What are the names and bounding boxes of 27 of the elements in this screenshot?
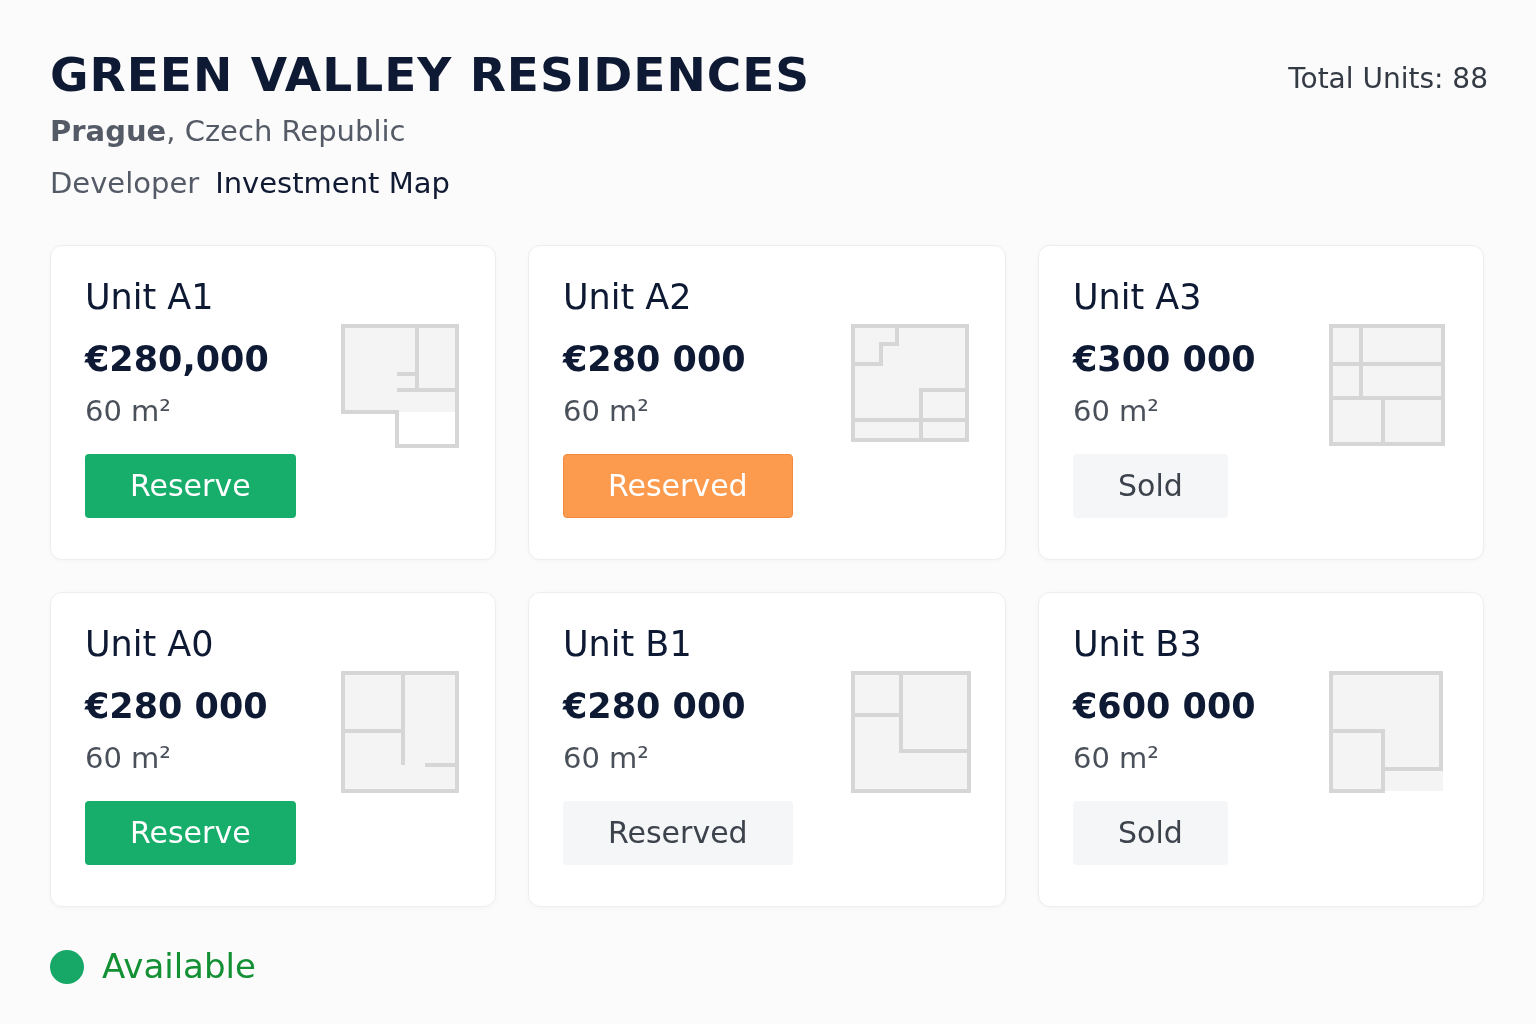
unit-price: €280 000: [563, 685, 747, 728]
investment-map-link[interactable]: Investment Map: [215, 161, 450, 206]
unit-area: 60 m²: [1073, 737, 1256, 781]
status-button[interactable]: Reserved: [563, 800, 793, 865]
unit-name: Unit B3: [1073, 623, 1203, 666]
legend-label: Available: [102, 945, 256, 989]
unit-price: €280 000: [563, 338, 747, 381]
status-button[interactable]: Sold: [1073, 800, 1228, 865]
unit-area: 60 m²: [563, 737, 793, 781]
unit-name: Unit A0: [85, 623, 215, 666]
unit-price: €280 000: [85, 685, 269, 728]
unit-name: Unit A2: [563, 276, 693, 319]
total-units-text: Total Units: 88: [1288, 61, 1488, 97]
unit-area: 60 m²: [1073, 390, 1256, 434]
unit-price: €300 000: [1073, 338, 1256, 381]
unit-name: Unit A1: [85, 276, 215, 319]
unit-price: €280,000: [85, 338, 270, 381]
unit-area: 60 m²: [85, 737, 296, 781]
unit-area: 60 m²: [85, 390, 296, 434]
developer-label: Developer: [50, 164, 200, 202]
unit-area: 60 m²: [563, 390, 793, 434]
page-title: GREEN VALLEY RESIDENCES: [50, 48, 811, 103]
status-button[interactable]: Sold: [1073, 453, 1228, 518]
location-text: Prague, Czech Republic: [50, 113, 407, 151]
unit-price: €600 000: [1073, 685, 1256, 728]
unit-name: Unit B1: [563, 623, 693, 666]
unit-name: Unit A3: [1073, 276, 1203, 319]
